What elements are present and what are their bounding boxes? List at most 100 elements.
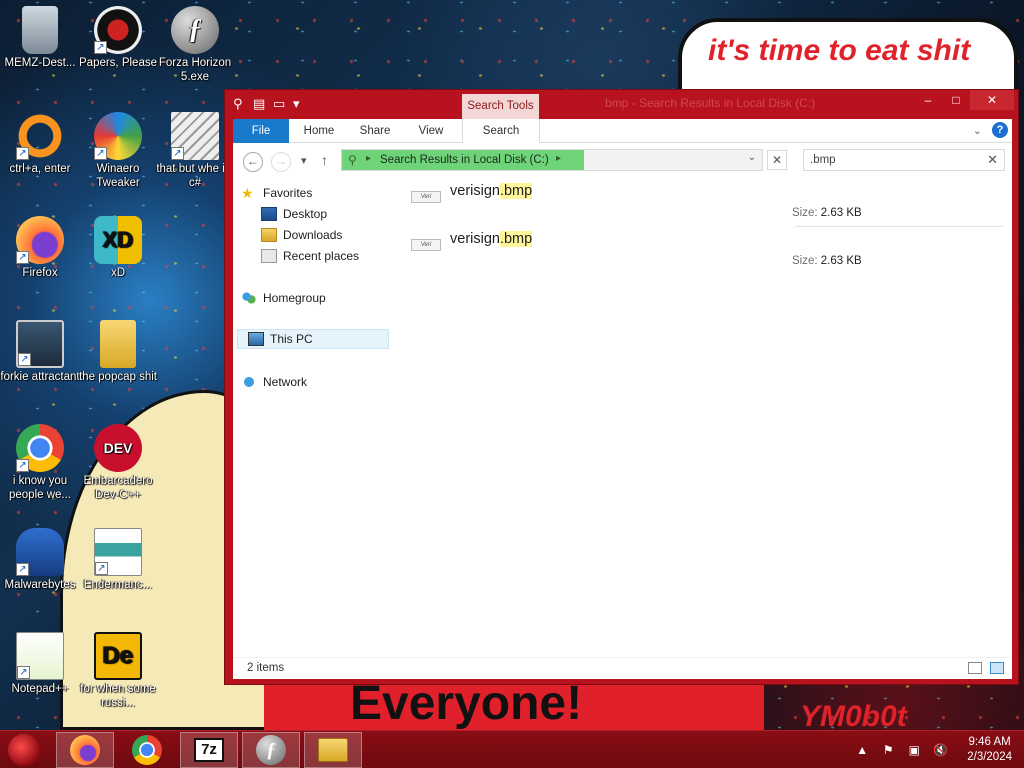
computer-icon (248, 332, 264, 346)
desktop-icon-forza[interactable]: ƒ Forza Horizon 5.exe (155, 6, 235, 84)
window-controls: – □ ✕ (914, 90, 1014, 110)
taskbar-file-explorer[interactable] (304, 732, 362, 768)
nav-item-this-pc[interactable]: This PC (237, 329, 389, 349)
desktop-icon-notepadpp[interactable]: ↗ Notepad++ (0, 632, 80, 696)
taskbar-7zip[interactable]: 7z (180, 732, 238, 768)
flash-icon: ƒ (171, 6, 219, 54)
desktop-icon-papers-please[interactable]: ↗ Papers, Please (78, 6, 158, 70)
desktop-icon-for-when[interactable]: De for when some russi... (78, 632, 158, 710)
minimize-button[interactable]: – (914, 90, 942, 110)
action-center-flag-icon[interactable]: ⚑ (881, 743, 895, 757)
desktop-icon-winaero[interactable]: ↗ Winaero Tweaker (78, 112, 158, 190)
shortcut-arrow-icon: ↗ (17, 666, 30, 679)
taskbar-flash[interactable]: ƒ (242, 732, 300, 768)
qat-dropdown-icon[interactable]: ▾ (293, 96, 301, 111)
desktop-icon-devcpp[interactable]: DEV Embarcadero Dev-C++ (78, 424, 158, 502)
nav-item-downloads[interactable]: Downloads (261, 225, 389, 245)
search-input[interactable] (804, 150, 974, 170)
nav-item-homegroup[interactable]: Homegroup (241, 288, 389, 308)
file-row[interactable]: Veri verisign.bmp Size: 2.63 KB (403, 227, 1003, 273)
shortcut-arrow-icon: ↗ (18, 353, 31, 366)
start-button[interactable] (8, 734, 40, 766)
chevron-right-icon[interactable]: ▸ (556, 153, 561, 164)
stacked-windows-icon: ↗ (171, 112, 219, 160)
notepad-plus-icon: ↗ (16, 632, 64, 680)
desktop-icon-label: Forza Horizon 5.exe (158, 57, 232, 83)
tab-home[interactable]: Home (295, 119, 343, 143)
system-tray: ▲ ⚑ ▣ 🔇 9:46 AM 2/3/2024 (855, 731, 1012, 768)
recent-places-icon (261, 249, 277, 263)
desktop-icon-popcap[interactable]: the popcap shit (78, 320, 158, 384)
address-dropdown-icon[interactable]: ⌄ (748, 152, 756, 163)
desktop-icon-label: forkie attractant (0, 371, 80, 383)
chrome-icon (132, 735, 162, 765)
desktop-icon-memz[interactable]: MEMZ-Dest... (0, 6, 80, 70)
nav-item-network[interactable]: Network (241, 372, 389, 392)
clock[interactable]: 9:46 AM 2/3/2024 (967, 735, 1012, 765)
recent-locations-icon[interactable]: ▾ (301, 154, 307, 167)
de-icon: De (94, 632, 142, 680)
desktop-icon-label: ctrl+a, enter (9, 163, 71, 175)
title-bar[interactable]: ⚲ ▤ ▭ ▾ Search Tools bmp - Search Result… (225, 90, 1018, 122)
nav-item-label: This PC (270, 332, 313, 346)
chevron-right-icon[interactable]: ▸ (366, 153, 371, 164)
taskbar: 7z ƒ ▲ ⚑ ▣ 🔇 9:46 AM 2/3/2024 (0, 730, 1024, 768)
desktop-icon-xd[interactable]: XD xD (78, 216, 158, 280)
nav-item-favorites[interactable]: ★ Favorites (241, 183, 389, 203)
help-icon[interactable]: ? (992, 122, 1008, 138)
taskbar-firefox[interactable] (56, 732, 114, 768)
network-tray-icon[interactable]: ▣ (907, 743, 921, 757)
content-area: ★ Favorites Desktop Downloads Recent pla… (233, 179, 1012, 657)
search-tools-icon[interactable]: ⚲ (233, 96, 247, 111)
clear-search-icon[interactable]: ✕ (987, 152, 998, 168)
file-row[interactable]: Veri verisign.bmp Size: 2.63 KB (403, 179, 1003, 227)
large-icons-view-icon[interactable] (990, 662, 1004, 674)
file-name: verisign.bmp (450, 183, 533, 199)
desktop-icon-ctrl-a-enter[interactable]: ↗ ctrl+a, enter (0, 112, 80, 176)
view-switcher (968, 662, 1004, 674)
desktop-icon-label: Endermanc... (83, 579, 153, 591)
desktop-icon-label: for when some russi... (80, 683, 156, 709)
close-button[interactable]: ✕ (970, 90, 1014, 110)
nav-item-recent-places[interactable]: Recent places (261, 246, 389, 266)
desktop-icon-that-but-whe[interactable]: ↗ that but whe its c# (155, 112, 235, 190)
desktop-icon-forkie[interactable]: ↗ forkie attractant (0, 320, 80, 384)
flash-icon: ƒ (256, 735, 286, 765)
nav-item-desktop[interactable]: Desktop (261, 204, 389, 224)
search-box[interactable]: ✕ (803, 149, 1005, 171)
taskbar-chrome[interactable] (118, 732, 176, 768)
show-hidden-icons-icon[interactable]: ▲ (855, 743, 869, 757)
volume-muted-icon[interactable]: 🔇 (933, 743, 948, 757)
stop-search-button[interactable]: ✕ (767, 150, 787, 170)
properties-icon[interactable]: ▤ (253, 96, 267, 111)
up-icon[interactable]: ↑ (321, 152, 328, 168)
item-count: 2 items (247, 662, 285, 674)
new-folder-icon[interactable]: ▭ (273, 96, 287, 111)
tab-search[interactable]: Search (462, 119, 540, 143)
desktop-icon (261, 207, 277, 221)
desktop-icon-chrome[interactable]: ↗ i know you people we... (0, 424, 80, 502)
desktop-icon-label: Papers, Please (79, 57, 157, 69)
shortcut-arrow-icon: ↗ (16, 147, 29, 160)
ribbon-expand-icon[interactable]: ⌄ (973, 124, 982, 137)
details-view-icon[interactable] (968, 662, 982, 674)
firefox-icon: ↗ (16, 216, 64, 264)
tab-view[interactable]: View (407, 119, 455, 143)
forward-button[interactable]: → (271, 152, 291, 172)
folder-icon (100, 320, 136, 368)
maximize-button[interactable]: □ (942, 90, 970, 110)
monitor-gear-icon: ↗ (16, 320, 64, 368)
malwarebytes-icon: ↗ (16, 528, 64, 576)
desktop-icon-malwarebytes[interactable]: ↗ Malwarebytes (0, 528, 80, 592)
address-bar[interactable]: ⚲ ▸ Search Results in Local Disk (C:) ▸ … (341, 149, 763, 171)
desktop-icon-firefox[interactable]: ↗ Firefox (0, 216, 80, 280)
tab-file[interactable]: File (233, 119, 289, 143)
quick-access-toolbar: ⚲ ▤ ▭ ▾ (233, 96, 301, 111)
shortcut-arrow-icon: ↗ (94, 41, 107, 54)
desktop-icon-endermanch[interactable]: ↗ Endermanc... (78, 528, 158, 592)
shortcut-arrow-icon: ↗ (16, 251, 29, 264)
search-location-icon: ⚲ (348, 153, 357, 167)
tab-share[interactable]: Share (351, 119, 399, 143)
back-button[interactable]: ← (243, 152, 263, 172)
explorer-window: ⚲ ▤ ▭ ▾ Search Tools bmp - Search Result… (224, 89, 1019, 685)
